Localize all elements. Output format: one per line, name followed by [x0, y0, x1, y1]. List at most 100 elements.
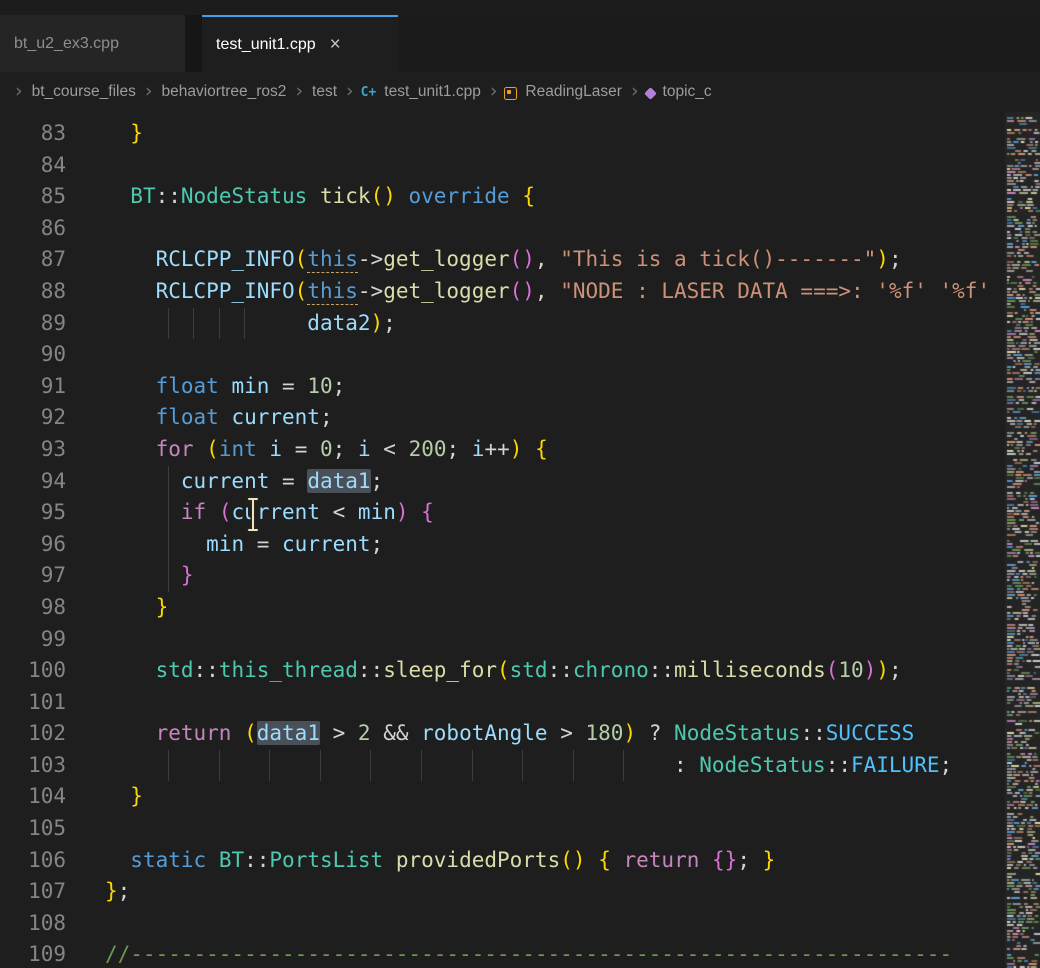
line-number[interactable]: 109	[0, 939, 105, 968]
line-number[interactable]: 99	[0, 624, 105, 656]
code-line[interactable]: 95 if (current < min) {	[0, 497, 1005, 529]
title-bar	[0, 0, 1040, 15]
line-number[interactable]: 93	[0, 434, 105, 466]
code-text: static BT::PortsList providedPorts() { r…	[105, 845, 775, 877]
code-line[interactable]: 88 RCLCPP_INFO(this->get_logger(), "NODE…	[0, 276, 1005, 308]
breadcrumb-item-topic-c[interactable]: topic_c	[663, 83, 712, 101]
code-text: min = current;	[105, 529, 383, 561]
line-number[interactable]: 102	[0, 718, 105, 750]
line-number[interactable]: 92	[0, 402, 105, 434]
code-line[interactable]: 101	[0, 687, 1005, 719]
tab-test-unit1-cpp[interactable]: test_unit1.cpp ×	[202, 15, 398, 72]
chevron-right-icon: ›	[295, 80, 303, 102]
code-line[interactable]: 94 current = data1;	[0, 466, 1005, 498]
tab-separator	[185, 15, 202, 72]
code-text: }	[105, 560, 194, 592]
breadcrumb-item-test-unit1-cpp[interactable]: test_unit1.cpp	[384, 83, 481, 101]
tab-label: bt_u2_ex3.cpp	[14, 35, 119, 53]
code-text: return (data1 > 2 && robotAngle > 180) ?…	[105, 718, 914, 750]
line-number[interactable]: 98	[0, 592, 105, 624]
code-area[interactable]: 83 }8485 BT::NodeStatus tick() override …	[0, 112, 1005, 968]
code-line[interactable]: 91 float min = 10;	[0, 371, 1005, 403]
code-line[interactable]: 105	[0, 813, 1005, 845]
tab-bt-u2-ex3-cpp[interactable]: bt_u2_ex3.cpp	[0, 15, 185, 72]
code-line[interactable]: 107};	[0, 876, 1005, 908]
code-line[interactable]: 106 static BT::PortsList providedPorts()…	[0, 845, 1005, 877]
line-number[interactable]: 106	[0, 845, 105, 877]
code-line[interactable]: 85 BT::NodeStatus tick() override {	[0, 181, 1005, 213]
line-number[interactable]: 96	[0, 529, 105, 561]
code-text: };	[105, 876, 130, 908]
breadcrumb-item-test[interactable]: test	[312, 83, 337, 101]
tab-label: test_unit1.cpp	[216, 36, 316, 54]
code-line[interactable]: 87 RCLCPP_INFO(this->get_logger(), "This…	[0, 244, 1005, 276]
breadcrumb-item-readinglaser[interactable]: ReadingLaser	[525, 83, 622, 101]
line-number[interactable]: 85	[0, 181, 105, 213]
code-line[interactable]: 84	[0, 150, 1005, 182]
line-number[interactable]: 88	[0, 276, 105, 308]
code-text: if (current < min) {	[105, 497, 434, 529]
line-number[interactable]: 84	[0, 150, 105, 182]
symbol-field-icon	[644, 87, 657, 100]
code-line[interactable]: 109//-----------------------------------…	[0, 939, 1005, 968]
code-text: BT::NodeStatus tick() override {	[105, 181, 535, 213]
code-text: }	[105, 592, 168, 624]
code-text: }	[105, 118, 143, 150]
code-text: std::this_thread::sleep_for(std::chrono:…	[105, 655, 902, 687]
code-text: for (int i = 0; i < 200; i++) {	[105, 434, 548, 466]
code-line[interactable]: 100 std::this_thread::sleep_for(std::chr…	[0, 655, 1005, 687]
line-number[interactable]: 94	[0, 466, 105, 498]
minimap[interactable]	[1005, 112, 1040, 968]
line-number[interactable]: 105	[0, 813, 105, 845]
chevron-right-icon: ›	[490, 80, 498, 102]
code-line[interactable]: 103 : NodeStatus::FAILURE;	[0, 750, 1005, 782]
code-line[interactable]: 99	[0, 624, 1005, 656]
class-icon	[504, 87, 517, 100]
chevron-right-icon: ›	[631, 80, 639, 102]
editor: 83 }8485 BT::NodeStatus tick() override …	[0, 112, 1040, 968]
code-text: data2);	[105, 308, 396, 340]
breadcrumb-item-bt-course-files[interactable]: bt_course_files	[32, 83, 136, 101]
cpp-file-icon: C+	[361, 85, 377, 100]
line-number[interactable]: 101	[0, 687, 105, 719]
code-text: float min = 10;	[105, 371, 345, 403]
line-number[interactable]: 107	[0, 876, 105, 908]
code-line[interactable]: 104 }	[0, 781, 1005, 813]
line-number[interactable]: 91	[0, 371, 105, 403]
line-number[interactable]: 86	[0, 213, 105, 245]
code-line[interactable]: 108	[0, 908, 1005, 940]
code-line[interactable]: 86	[0, 213, 1005, 245]
code-line[interactable]: 98 }	[0, 592, 1005, 624]
close-icon[interactable]: ×	[330, 35, 341, 54]
line-number[interactable]: 100	[0, 655, 105, 687]
breadcrumb-item-behaviortree-ros2[interactable]: behaviortree_ros2	[161, 83, 286, 101]
code-line[interactable]: 102 return (data1 > 2 && robotAngle > 18…	[0, 718, 1005, 750]
line-number[interactable]: 103	[0, 750, 105, 782]
code-text: RCLCPP_INFO(this->get_logger(), "This is…	[105, 244, 902, 276]
code-line[interactable]: 96 min = current;	[0, 529, 1005, 561]
code-line[interactable]: 89 data2);	[0, 308, 1005, 340]
line-number[interactable]: 90	[0, 339, 105, 371]
line-number[interactable]: 95	[0, 497, 105, 529]
code-line[interactable]: 93 for (int i = 0; i < 200; i++) {	[0, 434, 1005, 466]
code-text: }	[105, 781, 143, 813]
code-text: RCLCPP_INFO(this->get_logger(), "NODE : …	[105, 276, 990, 308]
code-text: //--------------------------------------…	[105, 939, 952, 968]
line-number[interactable]: 89	[0, 308, 105, 340]
line-number[interactable]: 104	[0, 781, 105, 813]
breadcrumb: › bt_course_files › behaviortree_ros2 › …	[0, 72, 1040, 112]
code-text: current = data1;	[105, 466, 383, 498]
code-text: float current;	[105, 402, 333, 434]
line-number[interactable]: 108	[0, 908, 105, 940]
line-number[interactable]: 83	[0, 118, 105, 150]
code-line[interactable]: 90	[0, 339, 1005, 371]
code-line[interactable]: 83 }	[0, 118, 1005, 150]
line-number[interactable]: 97	[0, 560, 105, 592]
code-line[interactable]: 92 float current;	[0, 402, 1005, 434]
code-text: : NodeStatus::FAILURE;	[105, 750, 952, 782]
chevron-right-icon: ›	[346, 80, 354, 102]
code-line[interactable]: 97 }	[0, 560, 1005, 592]
vscode-window: { "tabs": [ {"label": "bt_u2_ex3.cpp", "…	[0, 0, 1040, 968]
chevron-right-icon: ›	[145, 80, 153, 102]
line-number[interactable]: 87	[0, 244, 105, 276]
